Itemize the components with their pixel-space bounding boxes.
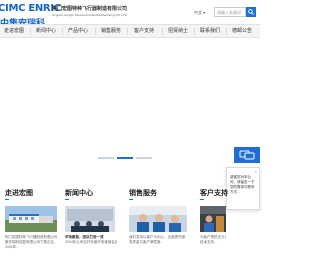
search-input[interactable]: 请输入关键词 [214, 7, 246, 17]
nav-item-careers[interactable]: 招贤纳士 [163, 25, 193, 37]
main-nav: 走进宏图 新闻中心 产品中心 销售服务 客户支持 招贤纳士 联系我们 德邮公告 [0, 24, 260, 38]
language-label: 中文 [194, 10, 202, 15]
section-title[interactable]: 销售服务 [129, 188, 157, 198]
summary-line: 2024年公司召开年度市场营销会议... [65, 240, 117, 244]
company-name-en: Jingmen Hongtu Special Aircraft Manufact… [52, 13, 127, 17]
online-chat-button[interactable] [234, 147, 260, 163]
section-title[interactable]: 新闻中心 [65, 188, 93, 198]
support-image[interactable] [200, 206, 226, 232]
chat-message: 感谢您对本公 司，请留言一下 您的需求与联系 方式... [230, 175, 260, 195]
factory-image[interactable] [5, 206, 57, 232]
nav-item-about[interactable]: 走进宏图 [0, 25, 28, 37]
close-icon[interactable]: × [255, 169, 257, 174]
nav-item-support[interactable]: 客户支持 [128, 25, 160, 37]
nav-item-contact[interactable]: 联系我们 [195, 25, 225, 37]
summary-line: 务质量与客户满意度... [129, 240, 164, 244]
section-summary: 我们坚持以客户为中心，全面提升服 务质量与客户满意度... [129, 235, 187, 251]
section-about: 走进宏图 荆门宏图特种飞行器制造有限公司是中 集安瑞科控股有限公司下属企业，成立… [5, 188, 57, 257]
hero-banner[interactable] [0, 38, 260, 168]
nav-item-sales[interactable]: 销售服务 [96, 25, 126, 37]
nav-item-news[interactable]: 新闻中心 [31, 25, 61, 37]
section-title[interactable]: 走进宏图 [5, 188, 33, 198]
summary-line: 技术支持... [200, 240, 217, 244]
section-news: 新闻中心 市场聚焦，团队打造一流 2024年公司召开年度市场营销会议... [65, 188, 117, 257]
section-support: 客户支持 为客户提供全方位 技术支持... [200, 188, 228, 257]
title-underline [200, 199, 204, 200]
chat-popup[interactable]: × 感谢您对本公 司，请留言一下 您的需求与联系 方式... [226, 167, 260, 210]
carousel-dot-3[interactable] [136, 157, 152, 159]
language-select[interactable]: 中文 ▾ [194, 10, 205, 16]
sales-image[interactable] [129, 206, 187, 232]
title-underline [5, 199, 9, 200]
section-summary: 荆门宏图特种飞行器制造有限公司是中 集安瑞科控股有限公司下属企业，成立于 200… [5, 235, 57, 251]
news-image[interactable] [65, 206, 115, 232]
chat-icon [239, 150, 255, 160]
section-summary: 为客户提供全方位 技术支持... [200, 235, 226, 251]
company-name-cn: 荆门宏图特种飞行器制造有限公司 [52, 6, 128, 12]
section-title[interactable]: 客户支持 [200, 188, 228, 198]
summary-line: 2001年... [5, 245, 20, 249]
title-underline [65, 199, 69, 200]
search-icon [248, 9, 254, 15]
news-summary: 市场聚焦，团队打造一流 2024年公司召开年度市场营销会议... [65, 235, 117, 251]
nav-item-notice[interactable]: 德邮公告 [227, 25, 257, 37]
search-button[interactable] [246, 7, 256, 17]
nav-item-products[interactable]: 产品中心 [63, 25, 93, 37]
carousel-dot-2[interactable] [117, 157, 133, 159]
carousel-dot-1[interactable] [98, 157, 114, 159]
chat-line: 方式... [230, 190, 240, 194]
title-underline [129, 199, 133, 200]
carousel-indicators [0, 157, 260, 159]
chevron-down-icon: ▾ [203, 10, 206, 15]
section-sales: 销售服务 我们坚持以客户为中心，全面提升服 务质量与客户满意度... [129, 188, 189, 257]
